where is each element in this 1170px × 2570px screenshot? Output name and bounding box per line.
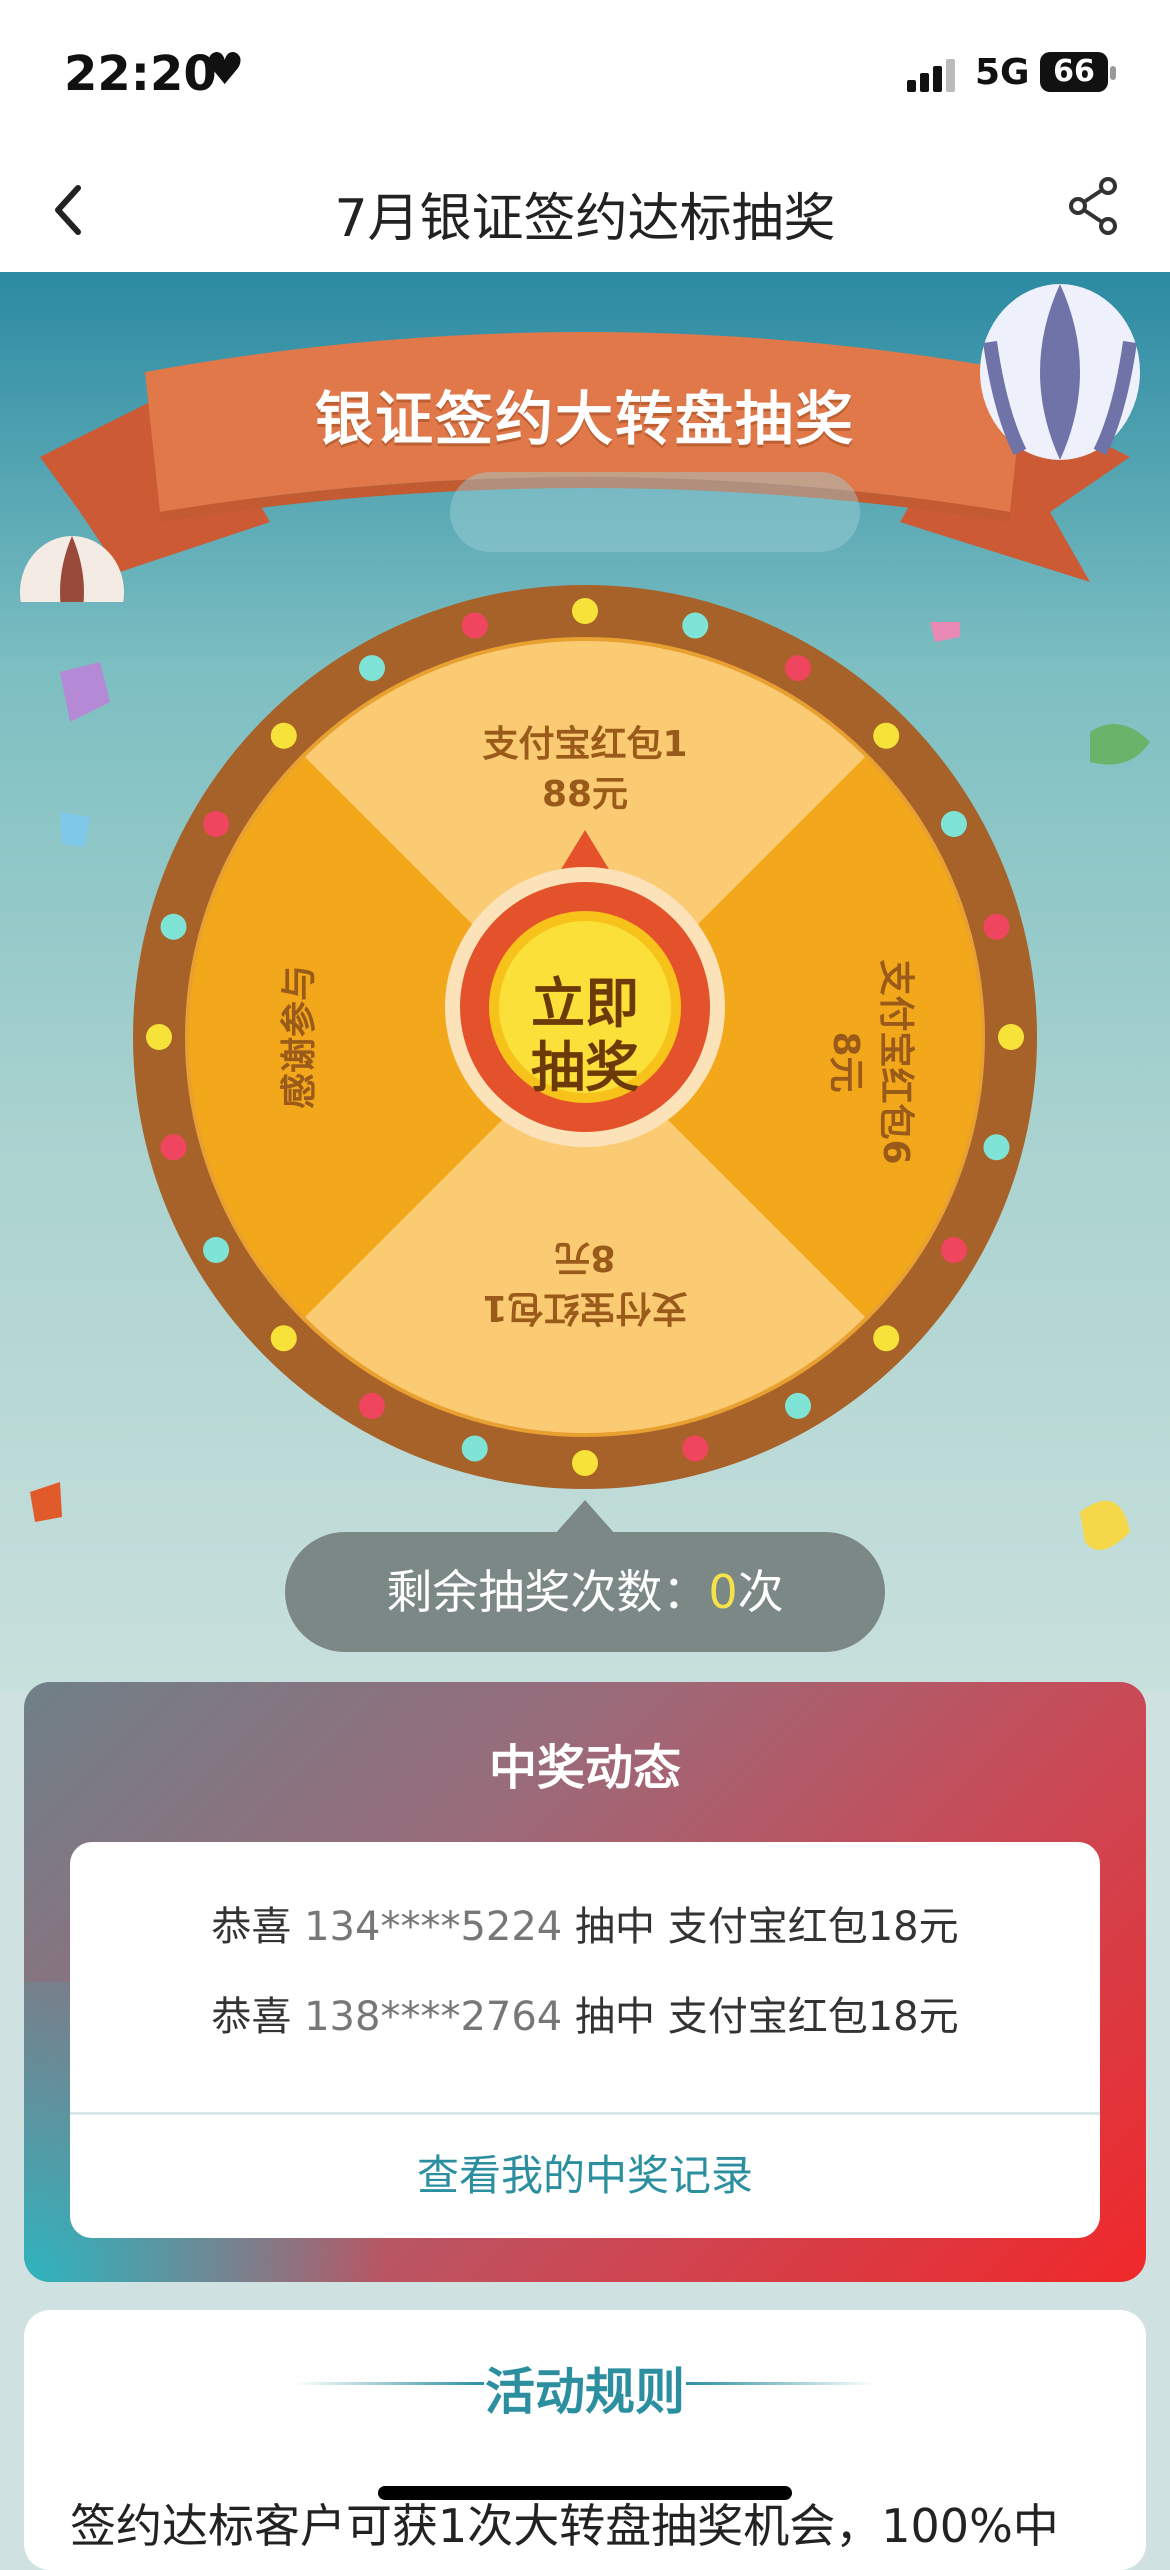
wheel-bulb [461,1435,488,1462]
heart-icon: ♥ [205,44,245,95]
wheel-bulb [983,1134,1010,1161]
wheel-bulb [203,811,230,837]
home-indicator [378,2486,792,2500]
wheel-bulb [785,1392,811,1419]
prize-top: 支付宝红包1 88元 [430,720,740,820]
draw-now-button[interactable]: 立即 抽奖 [500,972,670,1100]
prize-top-line1: 支付宝红包1 [482,724,688,765]
title-line-right [686,2382,876,2385]
draw-button-line2: 抽奖 [531,1036,639,1099]
wheel-bulb [160,913,187,940]
prize-top-line2: 88元 [541,774,629,815]
win-phone: 134****5224 [304,1904,563,1950]
wheel-bulb [682,1435,709,1462]
wheel-bulb [940,1237,967,1263]
prize-bottom-line2: 8元 [554,1237,616,1278]
nav-bar: 7月银证签约达标抽奖 [0,140,1170,272]
divider [70,2112,1100,2115]
prize-right: 支付宝红包6 8元 [820,912,920,1212]
wheel-bulb [359,1392,385,1419]
wheel-bulb [146,1024,172,1050]
wheel-bulb [359,655,385,682]
wheel-bulb [998,1024,1024,1050]
winners-card: 中奖动态 恭喜 134****5224 抽中 支付宝红包18元 恭喜 138**… [24,1682,1146,2282]
battery-tip [1110,66,1116,80]
wheel-bulb [160,1134,187,1161]
win-prefix: 恭喜 [211,1904,292,1950]
prize-bottom-line1: 支付宝红包1 [482,1287,688,1328]
prize-right-line2: 8元 [825,1031,866,1093]
wheel-bulb [873,1325,900,1352]
remaining-draws-pill: 剩余抽奖次数：0次 [285,1532,885,1652]
prize-left: 感谢参与 [275,927,325,1147]
wheel-bulb [785,655,811,682]
remaining-label: 剩余抽奖次数： [386,1565,709,1619]
wheel-bulb [983,913,1010,940]
status-bar: 22:20 ♥ 5G 66 [0,0,1170,140]
rules-title: 活动规则 [485,2363,685,2421]
battery-icon: 66 [1040,52,1108,92]
wheel-bulb [682,612,709,639]
win-prize: 支付宝红包18元 [667,1994,959,2040]
share-icon[interactable] [1066,176,1122,236]
win-prefix: 恭喜 [211,1994,292,2040]
wheel-bulb [940,811,967,837]
rules-card: 活动规则 签约达标客户可获1次大转盘抽奖机会，100%中 [24,2310,1146,2570]
win-action: 抽中 [574,1904,655,1950]
winners-title: 中奖动态 [488,1740,681,1796]
page-title: 7月银证签约达标抽奖 [334,189,836,249]
remaining-unit: 次 [737,1565,784,1619]
wheel-bulb [270,1325,297,1352]
winners-list: 恭喜 134****5224 抽中 支付宝红包18元 恭喜 138****276… [70,1842,1100,2238]
win-action: 抽中 [574,1994,655,2040]
prize-right-line1: 支付宝红包6 [875,959,916,1165]
lottery-area: 银证签约大转盘抽奖 支付宝红包1 88元 支付宝红包6 8元 支付宝红包1 8元 [0,272,1170,1692]
network-type: 5G [975,52,1030,93]
wheel-bulb [461,612,488,639]
wheel-bulb [873,722,900,749]
win-prize: 支付宝红包18元 [667,1904,959,1950]
remaining-pointer [555,1500,615,1534]
view-my-records-link[interactable]: 查看我的中奖记录 [70,2142,1100,2203]
wheel-bulb [572,598,598,624]
wheel-bulb [270,722,297,749]
signal-icon [907,59,955,92]
draw-button-line1: 立即 [531,972,639,1035]
prize-bottom: 支付宝红包1 8元 [430,1232,740,1332]
status-time: 22:20 [64,46,217,102]
wheel-bulb [203,1237,230,1263]
list-item: 恭喜 138****2764 抽中 支付宝红包18元 [70,1984,1100,2042]
prize-left-line1: 感谢参与 [279,965,320,1110]
list-item: 恭喜 134****5224 抽中 支付宝红包18元 [70,1894,1100,1952]
remaining-count: 0 [708,1565,738,1619]
wheel-bulb [572,1450,598,1476]
win-phone: 138****2764 [304,1994,563,2040]
